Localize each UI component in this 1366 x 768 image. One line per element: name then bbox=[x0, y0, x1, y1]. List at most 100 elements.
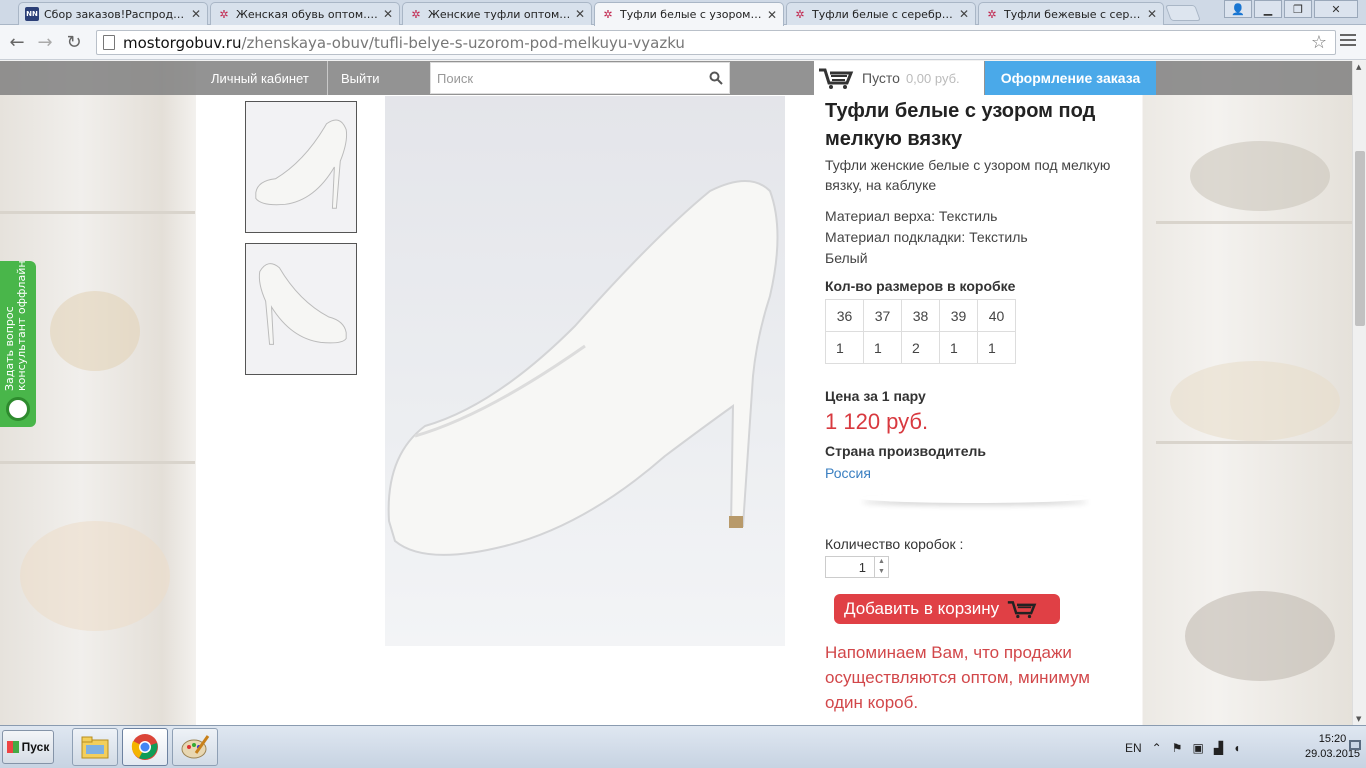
chrome-taskbar-button[interactable] bbox=[122, 728, 168, 766]
restore-button[interactable]: ❐ bbox=[1284, 0, 1312, 18]
count-cell: 1 bbox=[939, 331, 978, 364]
quantity-value: 1 bbox=[858, 560, 866, 575]
device-icon[interactable]: ▣ bbox=[1193, 741, 1204, 755]
product-subtitle: Туфли женские белые с узором под мелкую … bbox=[825, 157, 1111, 193]
spinner-arrows-icon[interactable]: ▲ ▼ bbox=[874, 557, 888, 577]
checkout-button[interactable]: Оформление заказа bbox=[985, 61, 1156, 95]
close-tab-icon[interactable]: ✕ bbox=[191, 7, 201, 21]
cart-summary[interactable]: Пусто 0,00 руб. bbox=[814, 61, 984, 95]
flower-icon: ✲ bbox=[411, 7, 421, 21]
bg-shoe-image bbox=[1185, 591, 1335, 681]
white-pump-shoe-image bbox=[387, 180, 779, 556]
sizes-table: 36 37 38 39 40 1 1 2 1 1 bbox=[825, 299, 1016, 364]
reload-icon[interactable]: ↻ bbox=[63, 31, 85, 53]
divider-shadow bbox=[860, 493, 1090, 503]
scroll-down-icon[interactable]: ▼ bbox=[1356, 715, 1361, 723]
address-bar[interactable]: mostorgobuv.ru/zhenskaya-obuv/tufli-bely… bbox=[96, 30, 1336, 55]
product-main-image[interactable] bbox=[385, 96, 785, 646]
action-center-flag-icon[interactable]: ⚑ bbox=[1172, 741, 1183, 755]
window-controls: 👤 ▁ ❐ ✕ bbox=[1224, 0, 1358, 18]
browser-tab[interactable]: ✲ Туфли бежевые с серебри ✕ bbox=[978, 2, 1164, 25]
close-tab-icon[interactable]: ✕ bbox=[383, 7, 393, 21]
cart-icon bbox=[1007, 601, 1037, 619]
browser-tab[interactable]: NN Сбор заказов!Распродажа ✕ bbox=[18, 2, 208, 25]
country-heading: Страна производитель bbox=[825, 443, 986, 459]
show-hidden-icons-icon[interactable]: ⌃ bbox=[1152, 741, 1162, 755]
chrome-icon bbox=[131, 734, 158, 760]
url-path: /zhenskaya-obuv/tufli-belye-s-uzorom-pod… bbox=[241, 33, 685, 52]
count-cell: 1 bbox=[863, 331, 902, 364]
search-icon[interactable] bbox=[709, 71, 723, 85]
product-thumbnail[interactable] bbox=[245, 243, 357, 375]
quantity-stepper[interactable]: 1 ▲ ▼ bbox=[825, 556, 889, 578]
material-top: Материал верха: Текстиль bbox=[825, 208, 998, 224]
wholesale-notice: Напоминаем Вам, что продажи осуществляют… bbox=[825, 643, 1090, 712]
close-tab-icon[interactable]: ✕ bbox=[767, 8, 777, 22]
paint-taskbar-button[interactable] bbox=[172, 728, 218, 766]
tab-title: Туфли белые с серебрист bbox=[812, 7, 955, 21]
add-to-cart-button[interactable]: Добавить в корзину bbox=[834, 594, 1060, 624]
tab-title: Женская обувь оптом. Куп bbox=[236, 7, 379, 21]
browser-tab[interactable]: ✲ Женская обувь оптом. Куп ✕ bbox=[210, 2, 400, 25]
close-tab-icon[interactable]: ✕ bbox=[575, 7, 585, 21]
country-link[interactable]: Россия bbox=[825, 465, 1135, 481]
flower-icon: ✲ bbox=[795, 7, 805, 21]
explorer-taskbar-button[interactable] bbox=[72, 728, 118, 766]
start-button[interactable]: Пуск bbox=[2, 730, 54, 764]
logout-link[interactable]: Выйти bbox=[341, 61, 380, 95]
flower-icon: ✲ bbox=[987, 7, 997, 21]
vertical-scrollbar[interactable]: ▲ ▼ bbox=[1352, 61, 1366, 725]
count-cell: 1 bbox=[825, 331, 864, 364]
scrollbar-thumb[interactable] bbox=[1355, 151, 1365, 326]
close-tab-icon[interactable]: ✕ bbox=[1147, 7, 1157, 21]
browser-tab[interactable]: ✲ Туфли белые с серебрист ✕ bbox=[786, 2, 976, 25]
ask-question-tab[interactable]: Задать вопрос консультант оффлайн bbox=[0, 260, 36, 427]
browser-tab-active[interactable]: ✲ Туфли белые с узором под ✕ bbox=[594, 2, 784, 26]
back-icon[interactable]: ← bbox=[6, 31, 28, 53]
ask-question-label: Задать вопрос консультант оффлайн bbox=[3, 260, 28, 391]
account-link[interactable]: Личный кабинет bbox=[211, 61, 309, 95]
product-thumbnail[interactable] bbox=[245, 101, 357, 233]
tab-strip: NN Сбор заказов!Распродажа ✕ ✲ Женская о… bbox=[0, 0, 1366, 26]
user-icon[interactable]: 👤 bbox=[1224, 0, 1252, 18]
count-cell: 2 bbox=[901, 331, 940, 364]
cart-total: 0,00 руб. bbox=[905, 70, 960, 86]
bookmark-star-icon[interactable]: ☆ bbox=[1311, 32, 1327, 53]
bg-shelf bbox=[1156, 221, 1352, 224]
flower-icon: ✲ bbox=[219, 7, 229, 21]
count-cell: 1 bbox=[977, 331, 1016, 364]
url-host: mostorgobuv.ru bbox=[123, 33, 242, 52]
signal-icon[interactable]: ▟ bbox=[1214, 741, 1223, 755]
size-cell: 37 bbox=[863, 299, 902, 332]
menu-icon[interactable] bbox=[1340, 34, 1356, 49]
start-label: Пуск bbox=[21, 740, 50, 754]
product-info: Туфли белые с узором под мелкую вязку Ту… bbox=[825, 97, 1135, 481]
cart-icon bbox=[819, 68, 854, 89]
close-window-button[interactable]: ✕ bbox=[1314, 0, 1358, 18]
shoe-thumbnail-image bbox=[255, 119, 348, 209]
product-color: Белый bbox=[825, 250, 868, 266]
product-price: 1 120 руб. bbox=[825, 409, 929, 434]
volume-icon[interactable]: ◖ bbox=[1233, 741, 1240, 755]
divider bbox=[327, 61, 328, 95]
size-cell: 39 bbox=[939, 299, 978, 332]
forward-icon[interactable]: → bbox=[34, 31, 56, 53]
scroll-up-icon[interactable]: ▲ bbox=[1356, 63, 1361, 71]
windows-taskbar: Пуск EN ⌃ ⚑ ▣ ▟ ◖ 15:20 29.03.2015 bbox=[0, 725, 1366, 768]
cart-status: Пусто bbox=[862, 70, 900, 86]
search-input[interactable]: Поиск bbox=[430, 62, 730, 94]
product-properties: Материал верха: Текстиль Материал подкла… bbox=[825, 206, 1135, 269]
flower-icon: ✲ bbox=[603, 8, 613, 21]
tab-title: Туфли белые с узором под bbox=[620, 8, 763, 21]
language-indicator[interactable]: EN bbox=[1125, 741, 1142, 755]
browser-tab[interactable]: ✲ Женские туфли оптом | Ве ✕ bbox=[402, 2, 592, 25]
new-tab-button[interactable] bbox=[1165, 5, 1201, 21]
close-tab-icon[interactable]: ✕ bbox=[959, 7, 969, 21]
sizes-heading: Кол-во размеров в коробке bbox=[825, 278, 1016, 294]
bg-shelf bbox=[1156, 441, 1352, 444]
minimize-button[interactable]: ▁ bbox=[1254, 0, 1282, 18]
tab-title: Женские туфли оптом | Ве bbox=[428, 7, 571, 21]
sizes-row: 36 37 38 39 40 bbox=[825, 299, 1016, 332]
notification-icon[interactable] bbox=[1348, 732, 1362, 762]
bg-shelf bbox=[0, 461, 195, 464]
